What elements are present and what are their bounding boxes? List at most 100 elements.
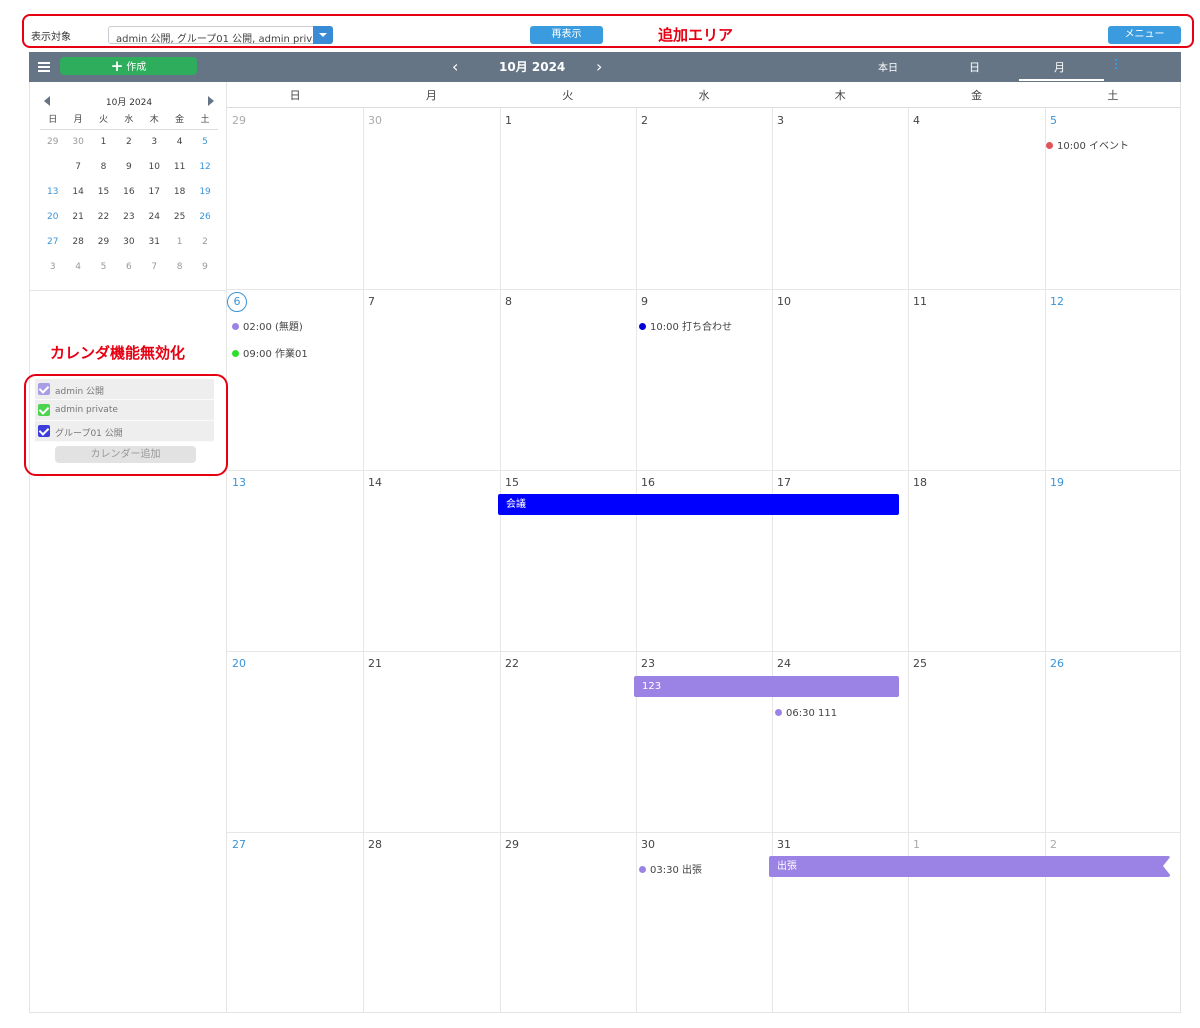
day-cell[interactable]: 11 — [908, 289, 1044, 470]
day-cell[interactable]: 30 — [363, 108, 499, 289]
mini-calendar-day[interactable]: 18 — [167, 180, 192, 205]
mini-calendar-day[interactable]: 31 — [142, 230, 167, 255]
day-cell[interactable]: 21 — [363, 651, 499, 832]
mini-calendar-day[interactable]: 7 — [142, 255, 167, 280]
view-day-button[interactable]: 日 — [969, 59, 980, 75]
mini-calendar-day[interactable]: 1 — [91, 130, 116, 155]
mini-calendar-day[interactable]: 27 — [40, 230, 65, 255]
mini-calendar-day[interactable]: 9 — [116, 155, 141, 180]
day-cell[interactable]: 22 — [500, 651, 636, 832]
mini-calendar-day[interactable]: 9 — [192, 255, 217, 280]
mini-calendar-day[interactable]: 4 — [65, 255, 90, 280]
view-month-button[interactable]: 月 — [1054, 59, 1065, 75]
mini-calendar-day[interactable]: 8 — [91, 155, 116, 180]
mini-calendar-day[interactable]: 14 — [65, 180, 90, 205]
calendar-item-admin-private[interactable]: admin private — [35, 400, 214, 421]
day-number: 3 — [777, 114, 784, 127]
mini-calendar-day[interactable]: 6 — [40, 155, 70, 184]
add-calendar-button[interactable]: カレンダー追加 — [55, 446, 196, 463]
day-cell[interactable]: 14 — [363, 470, 499, 651]
calendar-item-admin-public[interactable]: admin 公開 — [35, 379, 214, 400]
day-cell[interactable]: 9 — [636, 289, 772, 470]
event-bar-123[interactable]: 123 — [634, 676, 899, 697]
day-cell[interactable]: 13 — [227, 470, 363, 651]
day-cell[interactable]: 18 — [908, 470, 1044, 651]
mini-calendar-day[interactable]: 2 — [192, 230, 217, 255]
checkbox-icon[interactable] — [38, 383, 50, 395]
mini-calendar-day[interactable]: 26 — [192, 205, 217, 230]
day-cell[interactable]: 10 — [772, 289, 908, 470]
day-cell[interactable]: 25 — [908, 651, 1044, 832]
mini-calendar-day[interactable]: 3 — [40, 255, 65, 280]
mini-calendar-day[interactable]: 23 — [116, 205, 141, 230]
mini-calendar-day[interactable]: 7 — [65, 155, 90, 180]
day-cell[interactable]: 20 — [227, 651, 363, 832]
mini-calendar-day[interactable]: 29 — [40, 130, 65, 155]
more-options-icon[interactable] — [1115, 59, 1118, 71]
day-cell[interactable]: 1 — [500, 108, 636, 289]
mini-calendar-day[interactable]: 24 — [142, 205, 167, 230]
mini-calendar-day[interactable]: 13 — [40, 180, 65, 205]
mini-calendar-day[interactable]: 12 — [192, 155, 217, 180]
mini-calendar-day[interactable]: 28 — [65, 230, 90, 255]
refresh-button[interactable]: 再表示 — [530, 26, 603, 44]
next-month-button[interactable]: › — [596, 57, 602, 76]
create-button[interactable]: + 作成 — [60, 57, 197, 75]
mini-calendar-day[interactable]: 1 — [167, 230, 192, 255]
day-cell[interactable]: 30 — [636, 832, 772, 1013]
calendar-item-group01-public[interactable]: グループ01 公開 — [35, 421, 214, 442]
day-cell[interactable]: 29 — [227, 108, 363, 289]
mini-calendar-day[interactable]: 2 — [116, 130, 141, 155]
today-button[interactable]: 本日 — [878, 59, 898, 74]
prev-month-button[interactable]: ‹ — [452, 57, 458, 76]
checkbox-icon[interactable] — [38, 404, 50, 416]
day-cell[interactable]: 12 — [1045, 289, 1181, 470]
mini-calendar-day[interactable]: 5 — [91, 255, 116, 280]
mini-calendar-day[interactable]: 20 — [40, 205, 65, 230]
day-cell[interactable]: 19 — [1045, 470, 1181, 651]
mini-calendar-day[interactable]: 6 — [116, 255, 141, 280]
event-item[interactable]: 06:30 111 — [775, 708, 837, 719]
mini-calendar-day[interactable]: 4 — [167, 130, 192, 155]
mini-calendar-day[interactable]: 29 — [91, 230, 116, 255]
day-cell[interactable]: 4 — [908, 108, 1044, 289]
day-cell[interactable]: 8 — [500, 289, 636, 470]
day-cell[interactable]: 6 — [227, 289, 363, 470]
mini-calendar-day[interactable]: 19 — [192, 180, 217, 205]
hamburger-menu-icon[interactable] — [38, 62, 50, 72]
day-cell[interactable]: 2 — [636, 108, 772, 289]
mini-calendar-day[interactable]: 21 — [65, 205, 90, 230]
calendar-list: admin 公開 admin private グループ01 公開 カレンダー追加 — [24, 374, 228, 476]
menu-button[interactable]: メニュー — [1108, 26, 1181, 44]
day-cell[interactable]: 5 — [1045, 108, 1181, 289]
mini-calendar-day[interactable]: 30 — [65, 130, 90, 155]
mini-calendar-day[interactable]: 30 — [116, 230, 141, 255]
day-cell[interactable]: 27 — [227, 832, 363, 1013]
day-cell[interactable]: 7 — [363, 289, 499, 470]
mini-calendar-day[interactable]: 5 — [192, 130, 217, 155]
day-cell[interactable]: 3 — [772, 108, 908, 289]
day-cell[interactable]: 28 — [363, 832, 499, 1013]
event-item[interactable]: 10:00 打ち合わせ — [639, 318, 732, 333]
mini-next-month-icon[interactable] — [208, 96, 214, 106]
event-item[interactable]: 03:30 出張 — [639, 861, 702, 876]
event-item[interactable]: 09:00 作業01 — [232, 345, 308, 360]
mini-calendar-day[interactable]: 8 — [167, 255, 192, 280]
chevron-down-icon[interactable] — [313, 26, 333, 44]
mini-calendar-day[interactable]: 11 — [167, 155, 192, 180]
day-cell[interactable]: 29 — [500, 832, 636, 1013]
mini-calendar-day[interactable]: 10 — [142, 155, 167, 180]
day-cell[interactable]: 26 — [1045, 651, 1181, 832]
mini-calendar-day[interactable]: 16 — [116, 180, 141, 205]
event-item[interactable]: 02:00 (無題) — [232, 318, 303, 333]
event-bar-trip[interactable]: 出張 — [769, 856, 1171, 877]
mini-calendar-day[interactable]: 15 — [91, 180, 116, 205]
event-bar-meeting[interactable]: 会議 — [498, 494, 899, 515]
mini-calendar-day[interactable]: 22 — [91, 205, 116, 230]
mini-calendar-day[interactable]: 25 — [167, 205, 192, 230]
mini-calendar-day[interactable]: 17 — [142, 180, 167, 205]
scope-select[interactable]: admin 公開, グループ01 公開, admin private — [108, 26, 333, 45]
checkbox-icon[interactable] — [38, 425, 50, 437]
mini-calendar-day[interactable]: 3 — [142, 130, 167, 155]
event-item[interactable]: 10:00 イベント — [1046, 137, 1129, 152]
